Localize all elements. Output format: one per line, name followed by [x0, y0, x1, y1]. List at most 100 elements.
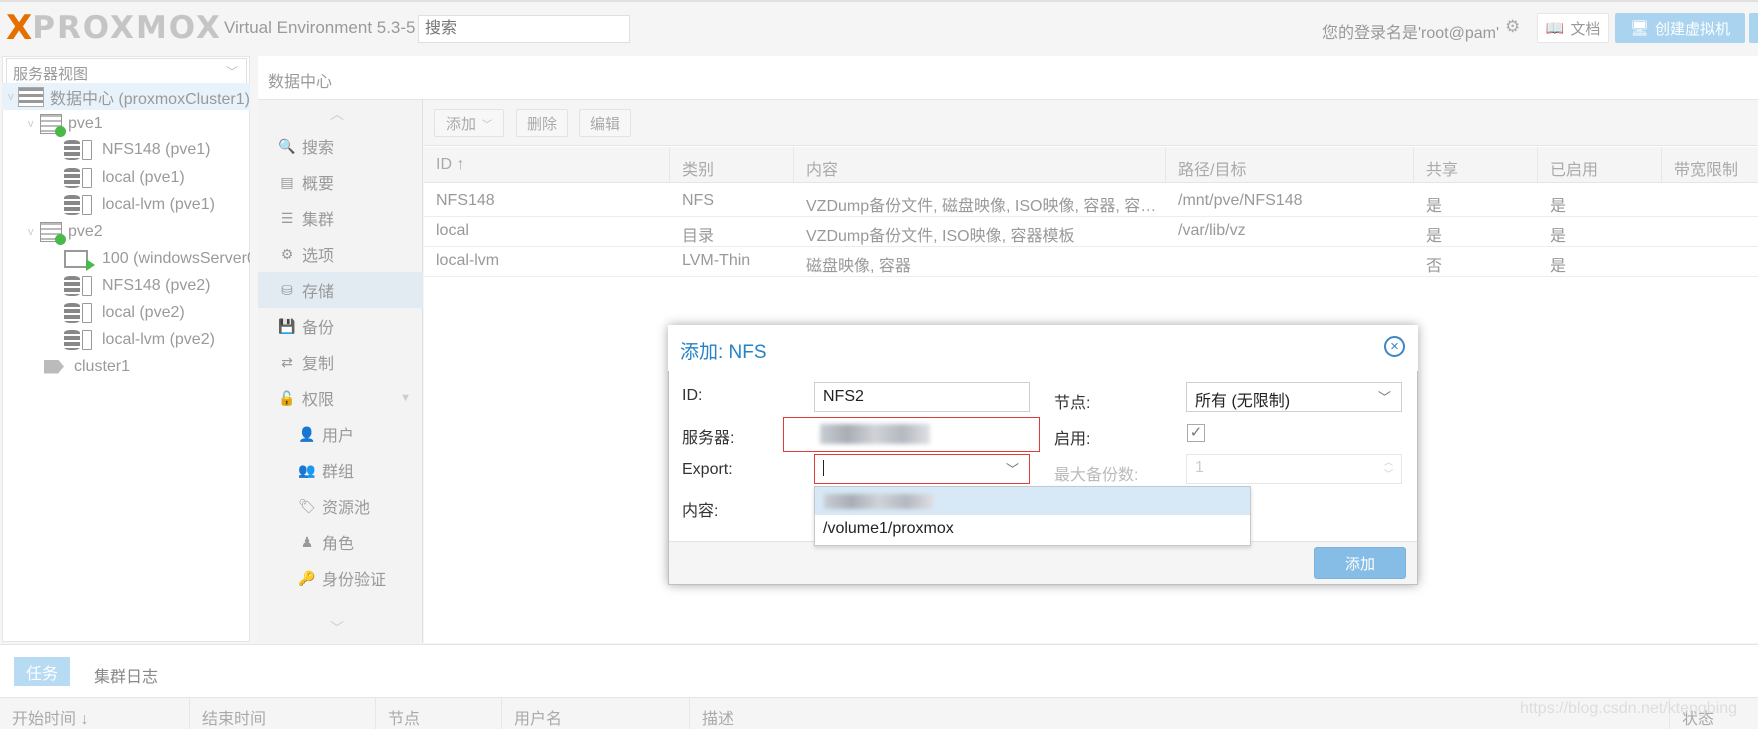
tab-tasks[interactable]: 任务: [14, 657, 70, 686]
storage-icon: [64, 302, 96, 323]
tree-item-storage[interactable]: local (pve1): [2, 164, 250, 191]
log-column-node[interactable]: 节点: [376, 697, 502, 729]
menu-item-pools[interactable]: 🏷 资源池: [258, 488, 423, 524]
table-cell[interactable]: 磁盘映像, 容器: [794, 247, 1166, 276]
max-backups-label: 最大备份数:: [1054, 467, 1139, 484]
scroll-up-icon[interactable]: ︿: [330, 104, 344, 124]
table-cell[interactable]: local-lvm: [424, 247, 670, 276]
dropdown-option-redacted[interactable]: [815, 487, 1250, 515]
table-cell[interactable]: 是: [1414, 187, 1538, 216]
export-combobox[interactable]: ﹀: [814, 454, 1030, 484]
menu-item-backup[interactable]: 💾 备份: [258, 308, 423, 344]
table-cell[interactable]: VZDump备份文件, 磁盘映像, ISO映像, 容器, 容…: [794, 187, 1166, 216]
enable-label: 启用:: [1054, 431, 1091, 448]
table-cell[interactable]: 是: [1538, 217, 1662, 246]
column-header-bandwidth[interactable]: 带宽限制: [1662, 147, 1758, 183]
menu-item-auth[interactable]: 🔑 身份验证: [258, 560, 423, 596]
menu-item-label: 概要: [302, 176, 335, 193]
tree-item-storage[interactable]: local (pve2): [2, 299, 250, 326]
spinner-icon[interactable]: ︿ ﹀: [1384, 456, 1393, 480]
tree-item-pve1[interactable]: v pve1: [2, 110, 250, 137]
desktop-icon: 🖥: [1629, 20, 1650, 37]
tree-item-label: local (pve2): [102, 303, 185, 321]
search-icon: 🔍: [278, 137, 296, 154]
column-header-shared[interactable]: 共享: [1414, 147, 1538, 183]
table-cell[interactable]: VZDump备份文件, ISO映像, 容器模板: [794, 217, 1166, 246]
table-cell[interactable]: /mnt/pve/NFS148: [1166, 187, 1414, 216]
table-cell[interactable]: 是: [1414, 217, 1538, 246]
gear-icon: ⚙: [280, 245, 294, 262]
menu-item-users[interactable]: 👤 用户: [258, 416, 423, 452]
text-cursor: [823, 459, 824, 476]
tree-item-pool[interactable]: cluster1: [2, 353, 250, 380]
table-cell[interactable]: 目录: [670, 217, 794, 246]
log-column-end-time[interactable]: 结束时间: [190, 697, 376, 729]
chevron-down-icon: ﹀: [225, 65, 238, 79]
table-cell[interactable]: /var/lib/vz: [1166, 217, 1414, 246]
dialog-add-button[interactable]: 添加: [1314, 547, 1406, 579]
dropdown-option[interactable]: /volume1/proxmox: [815, 515, 1250, 543]
gear-icon[interactable]: ⚙: [1505, 17, 1520, 37]
tree-item-datacenter[interactable]: v 数据中心 (proxmoxCluster1): [2, 83, 250, 110]
menu-item-options[interactable]: ⚙ 选项: [258, 236, 423, 272]
expand-icon: v: [8, 90, 14, 103]
table-cell[interactable]: [1166, 247, 1414, 276]
table-cell[interactable]: 否: [1414, 247, 1538, 276]
scroll-down-icon[interactable]: ﹀: [330, 618, 344, 638]
log-column-start-time[interactable]: 开始时间 ↓: [0, 697, 190, 729]
chevron-down-icon: ﹀: [1005, 462, 1019, 477]
datacenter-icon: [17, 86, 44, 107]
tree-item-storage[interactable]: local-lvm (pve1): [2, 191, 250, 218]
table-cell[interactable]: LVM-Thin: [670, 247, 794, 276]
tree-item-storage[interactable]: NFS148 (pve2): [2, 272, 250, 299]
close-icon[interactable]: ×: [1384, 336, 1405, 357]
summary-icon: ▤: [280, 173, 294, 190]
enable-checkbox[interactable]: ✓: [1187, 424, 1205, 442]
docs-label: 文档: [1570, 20, 1601, 38]
create-vm-button[interactable]: 🖥 创建虚拟机: [1615, 13, 1745, 43]
version-text: Virtual Environment 5.3-5: [224, 18, 416, 37]
search-input[interactable]: [418, 15, 630, 43]
remove-button[interactable]: 删除: [516, 109, 568, 137]
menu-item-storage[interactable]: ⛁ 存储: [258, 272, 423, 308]
id-input[interactable]: [814, 382, 1030, 412]
tree-item-storage[interactable]: NFS148 (pve1): [2, 136, 250, 163]
tree-item-label: pve1: [68, 114, 103, 132]
menu-item-replication[interactable]: ⇄ 复制: [258, 344, 423, 380]
menu-item-groups[interactable]: 👥 群组: [258, 452, 423, 488]
column-header-enabled[interactable]: 已启用: [1538, 147, 1662, 183]
table-cell[interactable]: NFS: [670, 187, 794, 216]
docs-button[interactable]: 📖 文档: [1537, 13, 1609, 43]
max-backups-input[interactable]: 1 ︿ ﹀: [1186, 454, 1402, 484]
column-header-id[interactable]: ID ↑: [424, 147, 670, 183]
column-header-path[interactable]: 路径/目标: [1166, 147, 1414, 183]
node-select[interactable]: 所有 (无限制) ﹀: [1186, 382, 1402, 412]
column-header-type[interactable]: 类别: [670, 147, 794, 183]
node-icon: [40, 113, 66, 137]
tree-item-pve2[interactable]: v pve2: [2, 218, 250, 245]
menu-item-search[interactable]: 🔍 搜索: [258, 128, 423, 164]
menu-item-cluster[interactable]: ☰ 集群: [258, 200, 423, 236]
view-select[interactable]: 服务器视图 ﹀: [6, 58, 247, 84]
table-cell[interactable]: 是: [1538, 247, 1662, 276]
storage-icon: [64, 329, 96, 350]
export-label: Export:: [682, 461, 733, 478]
create-ct-button[interactable]: [1749, 13, 1758, 43]
menu-item-summary[interactable]: ▤ 概要: [258, 164, 423, 200]
column-header-content[interactable]: 内容: [794, 147, 1166, 183]
tab-cluster-log[interactable]: 集群日志: [94, 663, 158, 687]
table-cell[interactable]: local: [424, 217, 670, 246]
menu-item-permissions[interactable]: 🔓 权限 ▼: [258, 380, 423, 416]
expand-icon: v: [28, 225, 34, 238]
tree-item-vm[interactable]: 100 (windowsServer01): [2, 245, 250, 272]
tags-icon: 🏷: [298, 497, 316, 514]
add-button[interactable]: 添加 ﹀: [434, 109, 504, 137]
edit-button[interactable]: 编辑: [579, 109, 631, 137]
tree-item-label: local-lvm (pve1): [102, 195, 215, 213]
table-cell[interactable]: 是: [1538, 187, 1662, 216]
key-icon: 🔑: [298, 569, 316, 586]
menu-item-roles[interactable]: ♟ 角色: [258, 524, 423, 560]
table-cell[interactable]: NFS148: [424, 187, 670, 216]
tree-item-storage[interactable]: local-lvm (pve2): [2, 326, 250, 353]
log-column-user[interactable]: 用户名: [502, 697, 690, 729]
